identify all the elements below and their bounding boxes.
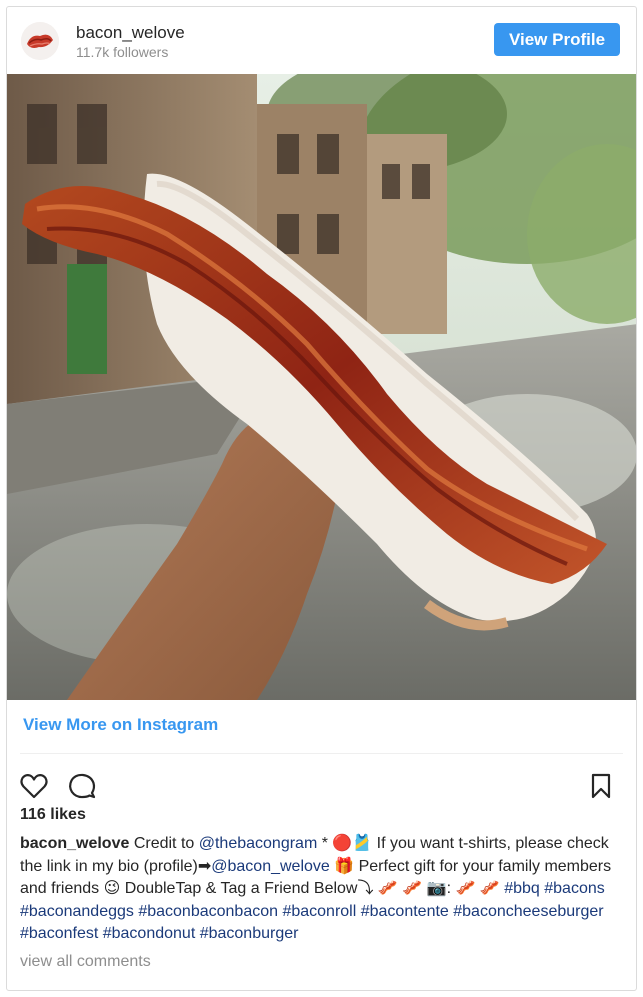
post-photo[interactable] (7, 74, 636, 700)
action-bar (7, 763, 636, 807)
caption-text: Credit to (129, 835, 199, 852)
username[interactable]: bacon_welove (76, 23, 185, 43)
view-profile-button[interactable]: View Profile (494, 23, 620, 56)
mention-link[interactable]: @bacon_welove (211, 858, 330, 875)
view-more-on-instagram-link[interactable]: View More on Instagram (23, 715, 218, 735)
bookmark-icon[interactable] (586, 771, 616, 801)
view-all-comments-link[interactable]: view all comments (20, 953, 151, 971)
comment-icon[interactable] (67, 771, 97, 801)
avatar[interactable] (21, 22, 59, 60)
instagram-embed-card: bacon_welove 11.7k followers View Profil… (6, 6, 637, 991)
divider (20, 753, 623, 754)
post-header: bacon_welove 11.7k followers View Profil… (7, 7, 636, 74)
follower-count: 11.7k followers (76, 44, 169, 60)
heart-icon[interactable] (19, 771, 49, 801)
post-caption: bacon_welove Credit to @thebacongram * 🔴… (20, 833, 620, 946)
caption-username[interactable]: bacon_welove (20, 835, 129, 852)
mention-link[interactable]: @thebacongram (199, 835, 318, 852)
like-count: 116 likes (20, 806, 86, 823)
